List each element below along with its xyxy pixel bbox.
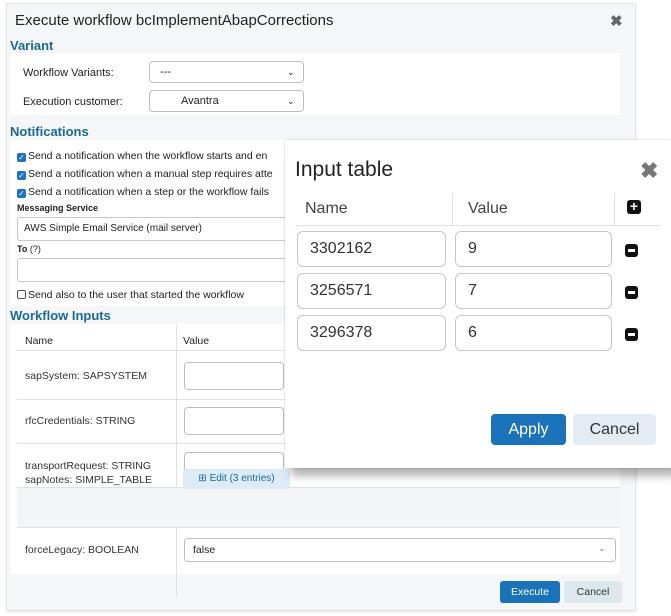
workflow-variants-select[interactable]: --- xyxy=(149,61,304,83)
column-divider xyxy=(452,193,453,225)
name-cell-value: 3302162 xyxy=(310,240,373,257)
send-to-starter-option[interactable]: Send also to the user that started the w… xyxy=(17,289,244,301)
rfccredentials-input[interactable] xyxy=(184,407,284,435)
column-header-name: Name xyxy=(305,200,348,217)
notify-start-end-label: Send a notification when the workflow st… xyxy=(28,150,268,162)
checkbox-checked-icon[interactable]: ✓ xyxy=(17,171,26,180)
row-divider xyxy=(17,487,620,488)
notify-failure-option[interactable]: ✓ Send a notification when a step or the … xyxy=(17,186,269,198)
name-cell-input[interactable]: 3256571 xyxy=(297,273,446,309)
value-cell-value: 9 xyxy=(468,240,477,257)
input-name-sapnotes: sapNotes: SIMPLE_TABLE xyxy=(25,474,153,486)
remove-row-icon[interactable] xyxy=(625,328,638,341)
name-cell-input[interactable]: 3296378 xyxy=(297,315,446,351)
value-cell-input[interactable]: 9 xyxy=(455,231,612,267)
cancel-button[interactable]: Cancel xyxy=(564,581,622,603)
name-cell-input[interactable]: 3302162 xyxy=(297,231,446,267)
sapsystem-input[interactable] xyxy=(184,362,284,390)
input-table-dialog: Input table ✖ Name Value + 3302162 9 325… xyxy=(285,140,671,468)
sapnotes-row xyxy=(17,487,620,527)
apply-button[interactable]: Apply xyxy=(491,414,566,445)
row-divider xyxy=(17,527,620,528)
chevron-down-icon: ⌄ xyxy=(287,67,295,77)
execution-customer-select[interactable]: Avantra xyxy=(149,90,304,112)
column-divider xyxy=(614,193,615,225)
forcelegacy-value: false xyxy=(193,544,216,556)
chevron-down-icon: ⌄ xyxy=(598,543,606,553)
column-header-name: Name xyxy=(25,335,54,347)
value-cell-input[interactable]: 7 xyxy=(455,273,612,309)
notify-manual-step-option[interactable]: ✓ Send a notification when a manual step … xyxy=(17,168,273,180)
header-divider xyxy=(295,225,660,226)
input-name-sapsystem: sapSystem: SAPSYSTEM xyxy=(25,370,147,382)
workflow-variants-label: Workflow Variants: xyxy=(23,67,114,79)
value-cell-value: 7 xyxy=(468,282,477,299)
close-icon[interactable]: ✖ xyxy=(610,12,623,30)
cancel-button[interactable]: Cancel xyxy=(573,414,656,445)
name-cell-value: 3296378 xyxy=(310,324,373,341)
forcelegacy-select[interactable]: false xyxy=(184,538,616,562)
remove-row-icon[interactable] xyxy=(625,244,638,257)
notify-manual-step-label: Send a notification when a manual step r… xyxy=(28,168,273,180)
checkbox-unchecked-icon[interactable] xyxy=(17,290,26,299)
dialog-title: Execute workflow bcImplementAbapCorrecti… xyxy=(15,12,334,29)
to-help-hint[interactable]: (?) xyxy=(30,244,41,254)
messaging-service-label: Messaging Service xyxy=(17,203,99,213)
input-name-forcelegacy: forceLegacy: BOOLEAN xyxy=(25,544,139,556)
execution-customer-label: Execution customer: xyxy=(23,96,123,108)
value-cell-value: 6 xyxy=(468,324,477,341)
notify-start-end-option[interactable]: ✓ Send a notification when the workflow s… xyxy=(17,150,267,162)
workflow-inputs-heading: Workflow Inputs xyxy=(10,308,111,323)
column-header-value: Value xyxy=(183,335,210,347)
send-to-starter-label: Send also to the user that started the w… xyxy=(28,289,244,301)
input-name-transportrequest: transportRequest: STRING xyxy=(25,460,152,472)
execution-customer-value: Avantra xyxy=(181,95,219,107)
workflow-variants-value: --- xyxy=(160,66,171,78)
chevron-down-icon: ⌄ xyxy=(287,96,295,106)
add-row-icon[interactable]: + xyxy=(627,199,641,214)
column-divider xyxy=(176,325,177,597)
value-cell-input[interactable]: 6 xyxy=(455,315,612,351)
input-name-rfccredentials: rfcCredentials: STRING xyxy=(25,415,136,427)
to-label: To xyxy=(17,244,28,254)
variant-heading: Variant xyxy=(10,38,54,53)
column-header-value: Value xyxy=(468,200,508,217)
edit-entries-button[interactable]: ⊞ Edit (3 entries) xyxy=(183,469,290,489)
execute-button[interactable]: Execute xyxy=(500,581,560,603)
input-table-title: Input table xyxy=(295,158,394,181)
remove-row-icon[interactable] xyxy=(625,286,638,299)
to-label-group: To (?) xyxy=(17,244,41,254)
notifications-heading: Notifications xyxy=(10,124,89,139)
messaging-service-value: AWS Simple Email Service (mail server) xyxy=(24,223,202,234)
name-cell-value: 3256571 xyxy=(310,282,373,299)
close-icon[interactable]: ✖ xyxy=(640,158,658,184)
checkbox-checked-icon[interactable]: ✓ xyxy=(17,153,26,162)
notify-failure-label: Send a notification when a step or the w… xyxy=(28,186,270,198)
checkbox-checked-icon[interactable]: ✓ xyxy=(17,189,26,198)
